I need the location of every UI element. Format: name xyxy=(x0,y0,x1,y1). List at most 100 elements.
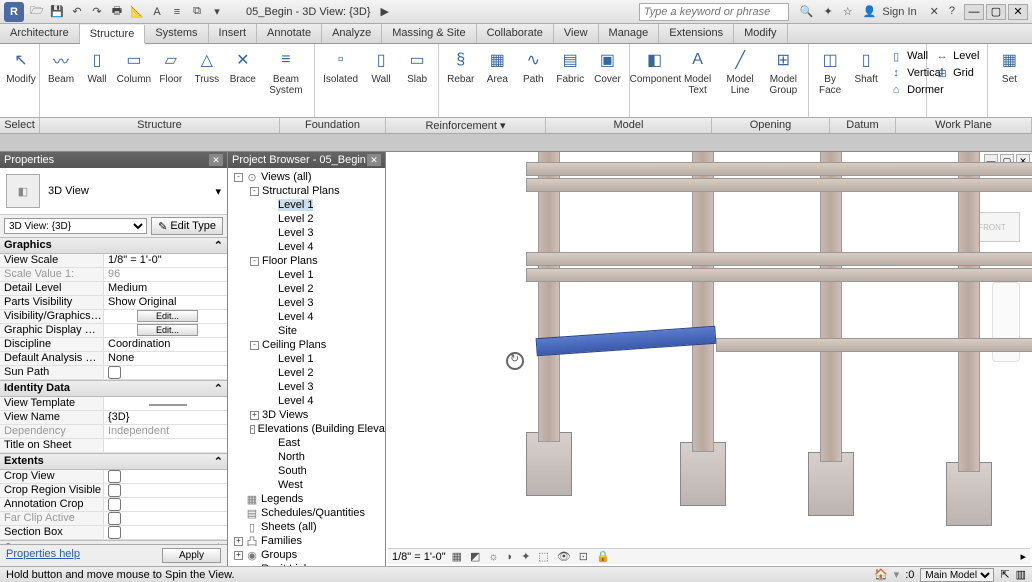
tree-node[interactable]: +Level 1 xyxy=(230,198,383,212)
column-button[interactable]: ▭Column xyxy=(116,46,152,87)
edit-button[interactable]: Edit... xyxy=(137,324,198,336)
tree-node[interactable]: +Level 2 xyxy=(230,366,383,380)
prop-row[interactable]: View Scale1/8" = 1'-0" xyxy=(0,254,227,268)
cover-button[interactable]: ▣Cover xyxy=(590,46,625,87)
model-text-button[interactable]: AModel Text xyxy=(677,46,717,98)
tree-node[interactable]: +凸Families xyxy=(230,534,383,548)
model-group-button[interactable]: ⊞Model Group xyxy=(763,46,805,98)
tab-view[interactable]: View xyxy=(554,24,599,43)
search-input[interactable] xyxy=(639,3,789,21)
tab-annotate[interactable]: Annotate xyxy=(257,24,322,43)
print-icon[interactable]: 🖶 xyxy=(108,3,126,21)
tab-architecture[interactable]: Architecture xyxy=(0,24,80,43)
tree-node[interactable]: +Site xyxy=(230,324,383,338)
beam-button[interactable]: 〰Beam xyxy=(44,46,78,87)
edit-type-button[interactable]: ✎Edit Type xyxy=(151,217,223,235)
tree-node[interactable]: +Level 1 xyxy=(230,268,383,282)
exchange-icon[interactable]: ✕ xyxy=(927,5,942,18)
shadows-icon[interactable]: ◗ xyxy=(505,551,516,563)
tree-node[interactable]: +East xyxy=(230,436,383,450)
sun-path-icon[interactable]: ☼ xyxy=(486,551,500,563)
prop-row[interactable]: Sun Path xyxy=(0,366,227,380)
tree-node[interactable]: +West xyxy=(230,478,383,492)
tree-node[interactable]: -Floor Plans xyxy=(230,254,383,268)
tree-node[interactable]: +Level 4 xyxy=(230,394,383,408)
prop-row[interactable]: Crop View xyxy=(0,470,227,484)
prop-row[interactable]: Annotation Crop xyxy=(0,498,227,512)
truss-button[interactable]: △Truss xyxy=(190,46,224,87)
section-extents[interactable]: Extents⌃ xyxy=(0,453,227,470)
prop-row[interactable]: DisciplineCoordination xyxy=(0,338,227,352)
prop-row[interactable]: Detail LevelMedium xyxy=(0,282,227,296)
tab-analyze[interactable]: Analyze xyxy=(322,24,382,43)
set-button[interactable]: ▦Set xyxy=(992,46,1026,87)
close-button[interactable]: ✕ xyxy=(1008,4,1028,20)
close-icon[interactable]: ✕ xyxy=(367,154,381,166)
modify-button[interactable]: ↖ Modify xyxy=(4,46,38,87)
tab-modify[interactable]: Modify xyxy=(734,24,787,43)
favorite-icon[interactable]: ☆ xyxy=(840,5,856,18)
tree-node[interactable]: +Level 3 xyxy=(230,296,383,310)
prop-row[interactable]: Crop Region Visible xyxy=(0,484,227,498)
expand-toggle[interactable]: + xyxy=(250,411,259,420)
selected-beam[interactable] xyxy=(536,326,717,357)
collapse-icon[interactable]: ⌃ xyxy=(214,239,223,252)
tab-systems[interactable]: Systems xyxy=(145,24,208,43)
expand-toggle[interactable]: + xyxy=(234,537,243,546)
tree-node[interactable]: -Ceiling Plans xyxy=(230,338,383,352)
maximize-button[interactable]: ▢ xyxy=(986,4,1006,20)
tab-manage[interactable]: Manage xyxy=(599,24,660,43)
tree-node[interactable]: +South xyxy=(230,464,383,478)
app-menu-button[interactable]: R xyxy=(4,2,24,22)
link-icon[interactable]: ⇱ xyxy=(1000,568,1009,581)
help-icon[interactable]: ? xyxy=(946,5,958,18)
filter-icon[interactable]: ▥ xyxy=(1016,568,1026,581)
tree-node[interactable]: +Level 2 xyxy=(230,212,383,226)
path-button[interactable]: ∿Path xyxy=(516,46,550,87)
shaft-button[interactable]: ▯Shaft xyxy=(849,46,883,87)
checkbox[interactable] xyxy=(108,366,121,379)
tree-node[interactable]: +◉Groups xyxy=(230,548,383,562)
switch-windows-icon[interactable]: ▾ xyxy=(208,3,226,21)
checkbox[interactable] xyxy=(108,484,121,497)
level-button[interactable]: ↔Level xyxy=(931,48,983,64)
prop-row[interactable]: Section Box xyxy=(0,526,227,540)
prop-row[interactable]: Title on Sheet xyxy=(0,439,227,453)
tab-extensions[interactable]: Extensions xyxy=(659,24,734,43)
redo-icon[interactable]: ↷ xyxy=(88,3,106,21)
prop-row[interactable]: DependencyIndependent xyxy=(0,425,227,439)
viewer-button[interactable]: ▢Viewer xyxy=(1028,92,1032,108)
tree-node[interactable]: +▦Legends xyxy=(230,492,383,506)
instance-selector[interactable]: 3D View: {3D} xyxy=(4,218,147,234)
scale-label[interactable]: 1/8" = 1'-0" xyxy=(392,551,446,563)
wall-button[interactable]: ▯Wall xyxy=(80,46,114,87)
expand-toggle[interactable]: - xyxy=(250,425,255,434)
fabric-button[interactable]: ▤Fabric xyxy=(552,46,588,87)
expand-toggle[interactable]: - xyxy=(234,173,243,182)
search-icon[interactable]: 🔍 xyxy=(797,5,817,18)
component-button[interactable]: ◧Component xyxy=(634,46,676,87)
apply-button[interactable]: Apply xyxy=(162,548,221,563)
undo-icon[interactable]: ↶ xyxy=(68,3,86,21)
tree-node[interactable]: +▯Sheets (all) xyxy=(230,520,383,534)
expand-toggle[interactable]: - xyxy=(250,341,259,350)
section-identity[interactable]: Identity Data⌃ xyxy=(0,380,227,397)
hide-icon[interactable]: 👁 xyxy=(555,550,573,563)
subscription-icon[interactable]: ✦ xyxy=(821,5,836,18)
project-browser-header[interactable]: Project Browser - 05_Begin ✕ xyxy=(228,152,385,168)
prop-row[interactable]: Graphic Display OptionsEdit... xyxy=(0,324,227,338)
expand-toggle[interactable]: - xyxy=(250,187,259,196)
properties-header[interactable]: Properties ✕ xyxy=(0,152,227,168)
detail-level-icon[interactable]: ▦ xyxy=(450,550,464,563)
render-icon[interactable]: ✦ xyxy=(519,550,532,563)
section-graphics[interactable]: Graphics⌃ xyxy=(0,237,227,254)
crop-icon[interactable]: ⬚ xyxy=(536,550,550,563)
type-selector[interactable]: ◧ 3D View ▾ xyxy=(0,168,227,215)
checkbox[interactable] xyxy=(108,470,121,483)
tree-node[interactable]: -Structural Plans xyxy=(230,184,383,198)
viewport-3d[interactable]: — ▢ ✕ FRONT xyxy=(386,152,1032,566)
edit-button[interactable]: Edit... xyxy=(137,310,198,322)
prop-row[interactable]: View Template xyxy=(0,397,227,411)
group-label-reinforcement[interactable]: Reinforcement ▾ xyxy=(386,118,546,133)
collapse-icon[interactable]: ⌃ xyxy=(214,455,223,468)
